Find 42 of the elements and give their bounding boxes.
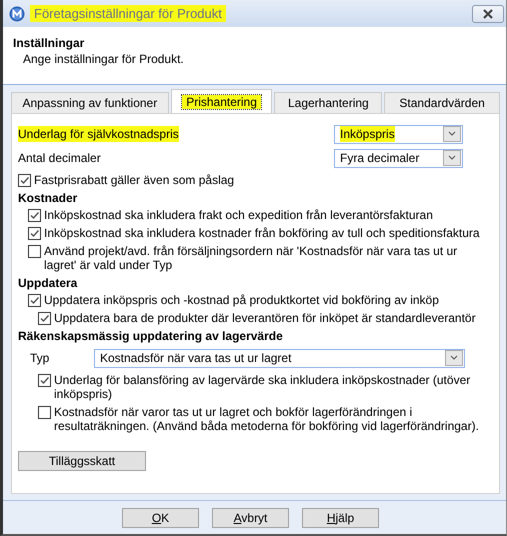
tab[interactable]: Anpassning av funktioner: [11, 92, 169, 113]
checkbox-label: Kostnadsför när varor tas ut ur lagret och bokför lagerförändringen i resultaträkningen. (Använd båda metoderna för bokföring vid lagerförändringar).: [54, 405, 480, 433]
dropdown[interactable]: Fyra decimaler: [334, 148, 463, 168]
dialog-button[interactable]: Hjälp: [302, 508, 379, 528]
chevron-down-icon: [443, 150, 461, 166]
dialog-button[interactable]: OK: [122, 508, 199, 528]
checkbox[interactable]: [28, 227, 41, 240]
checkbox-label: Använd projekt/avd. från försäljningsordern när 'Kostnadsför när vara tas ut ur lagret' är vald under Typ: [44, 244, 458, 272]
close-icon: [482, 8, 494, 18]
section-heading: Kostnader: [18, 191, 78, 205]
checkbox[interactable]: [38, 312, 51, 325]
checkbox-label: Uppdatera bara de produkter där leverantören för inköpet är standardleverantör: [54, 311, 476, 325]
window-title: Företagsinställningar för Produkt: [30, 5, 226, 22]
checkbox-label: Inköpskostnad ska inkludera kostnader från bokföring av tull och speditionsfaktura: [44, 226, 480, 240]
tab[interactable]: Standardvärden: [384, 92, 500, 113]
field-label: Typ: [30, 351, 50, 365]
section-heading: Räkenskapsmässig uppdatering av lagervärde: [18, 329, 284, 343]
checkbox-label: Fastprisrabatt gäller även som påslag: [34, 173, 234, 187]
chevron-down-icon: [443, 126, 461, 142]
checkbox[interactable]: [18, 174, 31, 187]
checkbox-label: Inköpskostnad ska inkludera frakt och expedition från leverantörsfakturan: [44, 208, 433, 222]
checkbox[interactable]: [28, 245, 41, 258]
additional-tax-button[interactable]: Tilläggsskatt: [18, 451, 146, 471]
checkbox[interactable]: [38, 374, 51, 387]
checkbox-label: Underlag för balansföring av lagervärde ska inkludera inköpskostnader (utöver inköpspris): [54, 373, 472, 401]
tab[interactable]: Prishantering: [170, 89, 272, 113]
dialog-button[interactable]: Avbryt: [212, 508, 289, 528]
checkbox[interactable]: [38, 406, 51, 419]
close-button[interactable]: [472, 4, 504, 22]
dropdown[interactable]: Inköpspris: [334, 124, 463, 144]
field-label: Underlag för självkostnadspris: [18, 127, 179, 141]
section-heading: Uppdatera: [18, 276, 78, 290]
app-icon: [9, 6, 25, 22]
chevron-down-icon: [445, 350, 463, 366]
checkbox[interactable]: [28, 209, 41, 222]
checkbox[interactable]: [28, 294, 41, 307]
header-subtitle: Ange inställningar för Produkt.: [22, 52, 185, 66]
dropdown[interactable]: Kostnadsför när vara tas ut ur lagret: [94, 348, 465, 368]
tab[interactable]: Lagerhantering: [274, 92, 382, 113]
field-label: Antal decimaler: [18, 151, 101, 165]
header-title: Inställningar: [13, 36, 86, 50]
checkbox-label: Uppdatera inköpspris och -kostnad på produktkortet vid bokföring av inköp: [44, 293, 439, 307]
